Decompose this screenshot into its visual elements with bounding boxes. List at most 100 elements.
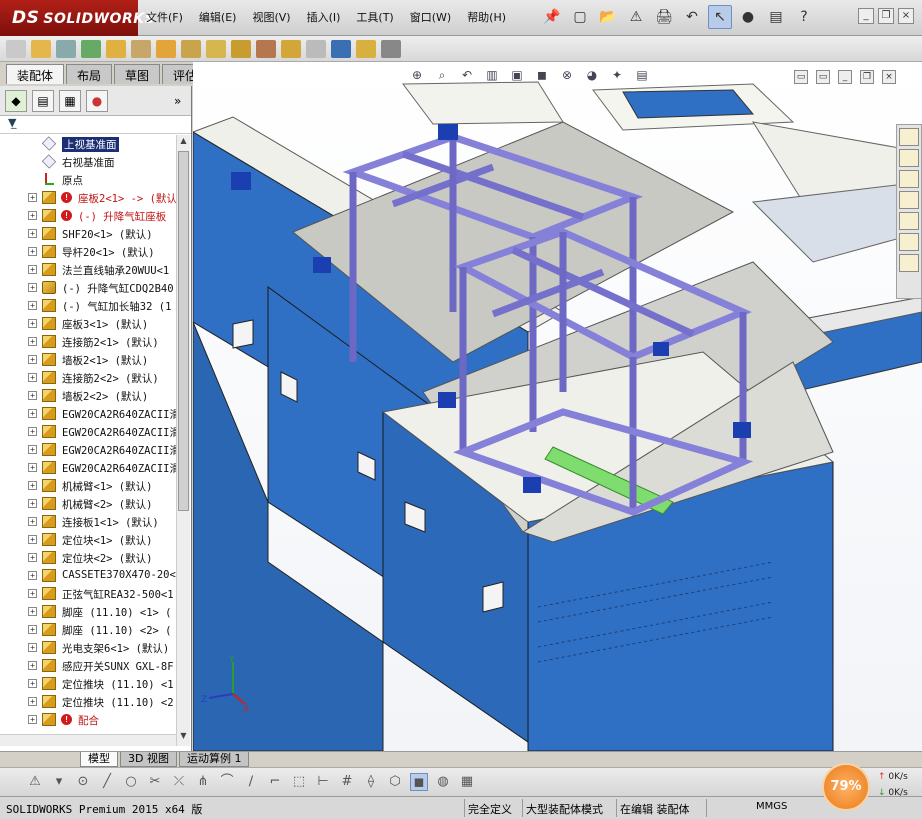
tree-node[interactable]: + 墙板2<1> (默认)	[0, 351, 176, 369]
undo-icon[interactable]: ↶	[680, 5, 704, 29]
expand-icon[interactable]: +	[28, 283, 37, 292]
tree-node[interactable]: + 脚座 (11.10) <2> (	[0, 621, 176, 639]
warning-icon[interactable]: ⚠	[26, 773, 44, 791]
menu-window[interactable]: 窗口(W)	[410, 9, 451, 25]
camera-icon[interactable]: ◍	[434, 773, 452, 791]
close-icon[interactable]: ×	[898, 8, 914, 24]
tree-node[interactable]: + (-) 升降气缸CDQ2B40	[0, 279, 176, 297]
line-icon[interactable]: ╱	[98, 773, 116, 791]
expand-icon[interactable]: +	[28, 571, 37, 580]
centerline-icon[interactable]: ∕	[242, 773, 260, 791]
tree-node[interactable]: 上视基准面	[0, 135, 176, 153]
help-icon[interactable]: ?	[792, 5, 816, 29]
forum-icon[interactable]	[899, 254, 919, 272]
expand-icon[interactable]: +	[28, 643, 37, 652]
file-explorer-icon[interactable]	[899, 170, 919, 188]
doc-tile-icon[interactable]: ▭	[794, 70, 808, 84]
scroll-up-icon[interactable]: ▲	[178, 136, 189, 148]
point-icon[interactable]: ⊙	[74, 773, 92, 791]
zoom-to-fit-icon[interactable]: ⊕	[408, 68, 426, 86]
expand-icon[interactable]: +	[28, 499, 37, 508]
3d-box-icon[interactable]: ⬡	[386, 773, 404, 791]
traffic-light-icon[interactable]: ●	[736, 5, 760, 29]
network-meter[interactable]: 79%	[822, 763, 870, 811]
expand-icon[interactable]: +	[28, 589, 37, 598]
expand-icon[interactable]: +	[28, 553, 37, 562]
assembly-3d-model[interactable]: Y Z X	[193, 62, 922, 751]
dashed-rect-icon[interactable]: ⬚	[290, 773, 308, 791]
expand-icon[interactable]: +	[28, 265, 37, 274]
expand-icon[interactable]: +	[28, 247, 37, 256]
restore-icon[interactable]: ❐	[878, 8, 894, 24]
menu-edit[interactable]: 编辑(E)	[199, 9, 237, 25]
section-view-icon[interactable]: ▥	[483, 68, 501, 86]
instant3d-icon[interactable]	[331, 39, 351, 58]
tab-3d-views[interactable]: 3D 视图	[120, 752, 177, 767]
menu-insert[interactable]: 插入(I)	[307, 9, 341, 25]
plane-icon[interactable]: ⟠	[362, 773, 380, 791]
open-folder-icon[interactable]: 📂	[596, 5, 620, 29]
unit-system[interactable]: MMGS	[756, 801, 787, 812]
display-manager-tab-icon[interactable]: ●	[86, 89, 108, 112]
display-style-icon[interactable]: ◼	[533, 68, 551, 86]
explode-line-icon[interactable]	[306, 39, 326, 58]
solidworks-resources-icon[interactable]	[899, 128, 919, 146]
tree-node[interactable]: + 法兰直线轴承20WUU<1	[0, 261, 176, 279]
expand-icon[interactable]: +	[28, 211, 37, 220]
trim-icon[interactable]: ✂	[146, 773, 164, 791]
expand-icon[interactable]: +	[28, 715, 37, 724]
scroll-thumb[interactable]	[178, 151, 189, 511]
tree-node[interactable]: 右视基准面	[0, 153, 176, 171]
view-orientation-icon[interactable]: ▣	[508, 68, 526, 86]
expand-icon[interactable]: +	[28, 391, 37, 400]
new-motion-study-icon[interactable]	[231, 39, 251, 58]
edit-component-icon[interactable]	[6, 39, 26, 58]
tab-model[interactable]: 模型	[80, 752, 118, 767]
expand-icon[interactable]: +	[28, 355, 37, 364]
tree-horizontal-scrollbar[interactable]	[0, 734, 176, 746]
menu-view[interactable]: 视图(V)	[252, 9, 290, 25]
tree-node[interactable]: + 连接筋2<2> (默认)	[0, 369, 176, 387]
tree-node[interactable]: + SHF20<1> (默认)	[0, 225, 176, 243]
tree-node[interactable]: + 机械臂<2> (默认)	[0, 495, 176, 513]
take-snapshot-icon[interactable]	[381, 39, 401, 58]
expand-icon[interactable]: +	[28, 373, 37, 382]
tree-filter[interactable]: ▼̲	[0, 116, 191, 134]
mate-icon[interactable]	[56, 39, 76, 58]
linear-pattern-icon[interactable]	[81, 39, 101, 58]
tree-node[interactable]: 原点	[0, 171, 176, 189]
edit-appearance-icon[interactable]: ◕	[583, 68, 601, 86]
tree-node[interactable]: + 定位推块 (11.10) <2	[0, 693, 176, 711]
pin-icon[interactable]: 📌	[540, 5, 564, 29]
appearances-icon[interactable]	[899, 212, 919, 230]
expand-icon[interactable]: +	[28, 409, 37, 418]
doc-restore-icon[interactable]: ❐	[860, 70, 874, 84]
grid-icon[interactable]: #	[338, 773, 356, 791]
expand-icon[interactable]: +	[28, 517, 37, 526]
tree-node[interactable]: + 机械臂<1> (默认)	[0, 477, 176, 495]
view-palette-icon[interactable]	[899, 191, 919, 209]
tree-node[interactable]: + 定位推块 (11.10) <1	[0, 675, 176, 693]
expand-panel-icon[interactable]: »	[174, 94, 181, 108]
menu-help[interactable]: 帮助(H)	[467, 9, 506, 25]
menu-tools[interactable]: 工具(T)	[356, 9, 393, 25]
tree-node[interactable]: + EGW20CA2R640ZACII滑	[0, 441, 176, 459]
design-library-icon[interactable]	[899, 149, 919, 167]
scroll-down-icon[interactable]: ▼	[178, 731, 189, 743]
tree-node[interactable]: + EGW20CA2R640ZACII滑	[0, 423, 176, 441]
tree-node[interactable]: + 定位块<1> (默认)	[0, 531, 176, 549]
feature-tree-tab-icon[interactable]: ◆	[5, 89, 27, 112]
tree-node[interactable]: + 连接板1<1> (默认)	[0, 513, 176, 531]
new-document-icon[interactable]: ▢	[568, 5, 592, 29]
doc-minimize-icon[interactable]: _	[838, 70, 852, 84]
hide-show-items-icon[interactable]: ⊗	[558, 68, 576, 86]
expand-icon[interactable]: +	[28, 319, 37, 328]
expand-icon[interactable]: +	[28, 337, 37, 346]
insert-component-icon[interactable]	[31, 39, 51, 58]
smart-fastener-icon[interactable]	[106, 39, 126, 58]
tree-node[interactable]: + EGW20CA2R640ZACII滑	[0, 459, 176, 477]
tree-node[interactable]: + 正弦气缸REA32-500<1	[0, 585, 176, 603]
tab-sketch[interactable]: 草图	[114, 64, 161, 84]
zoom-to-area-icon[interactable]: ⌕	[433, 68, 451, 86]
assembly-features-icon[interactable]	[181, 39, 201, 58]
